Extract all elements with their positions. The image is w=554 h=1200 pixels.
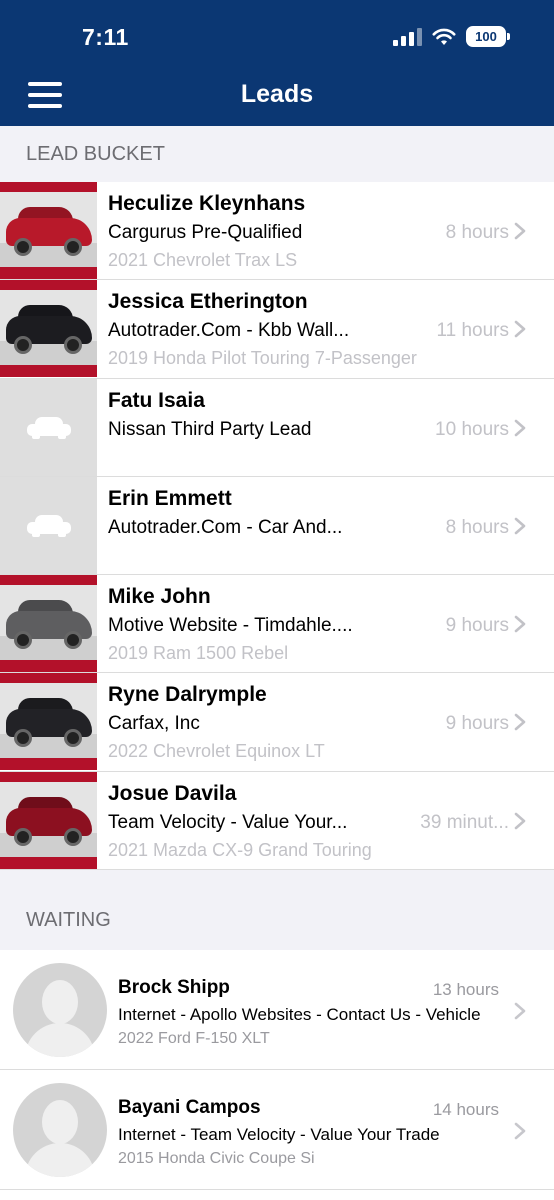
lead-name: Fatu Isaia [108, 388, 205, 412]
lead-source: Carfax, Inc [108, 713, 200, 735]
page-title: Leads [240, 80, 314, 108]
lead-time: 11 hours [436, 320, 509, 342]
lead-vehicle: 2021 Mazda CX-9 Grand Touring [108, 839, 372, 860]
lead-vehicle: 2019 Ram 1500 Rebel [108, 643, 289, 664]
waiting-row[interactable]: Brock Shipp 13 hours Internet - Apollo Web… [0, 950, 554, 1070]
status-icons: 100 [393, 26, 510, 47]
waiting-name: Bayani Campos [118, 1097, 261, 1118]
navigation-header: 7:11 100 Leads [0, 0, 554, 126]
lead-time: 9 hours [445, 713, 509, 735]
chevron-right-icon [514, 714, 526, 731]
lead-time: 9 hours [445, 615, 509, 637]
lead-vehicle: 2022 Chevrolet Equinox LT [108, 741, 325, 762]
chevron-right-icon [514, 812, 526, 830]
chevron-right-icon [514, 1002, 526, 1020]
lead-name: Ryne Dalrymple [108, 683, 267, 707]
chevron-right-icon [514, 517, 526, 535]
lead-list: Heculize Kleynhans Cargurus Pre-Qualified… [0, 182, 554, 871]
vehicle-photo [0, 182, 97, 279]
lead-row[interactable]: Fatu Isaia Nissan Third Party Lead 10 hour… [0, 378, 554, 477]
car-placeholder-icon [0, 378, 97, 476]
lead-row[interactable]: Mike John Motive Website - Timdahle.... 9 … [0, 575, 554, 674]
chevron-right-icon [514, 222, 526, 240]
lead-time: 10 hours [435, 418, 509, 440]
vehicle-photo [0, 771, 97, 869]
person-placeholder-icon [13, 1083, 107, 1177]
lead-name: Heculize Kleynhans [108, 192, 306, 215]
lead-time: 8 hours [445, 222, 509, 243]
lead-source: Autotrader.Com - Kbb Wall... [108, 320, 350, 342]
lead-name: Mike John [108, 585, 211, 609]
lead-time: 8 hours [445, 516, 509, 538]
lead-source: Cargurus Pre-Qualified [108, 222, 303, 243]
chevron-right-icon [514, 1122, 526, 1140]
waiting-vehicle: 2022 Ford F-150 XLT [118, 1030, 270, 1047]
waiting-vehicle: 2015 Honda Civic Coupe Si [118, 1150, 315, 1167]
waiting-source: Internet - Team Velocity - Value Your Tr… [118, 1125, 440, 1144]
lead-vehicle: 2021 Chevrolet Trax LS [108, 250, 298, 270]
chevron-right-icon [514, 320, 526, 338]
lead-row[interactable]: Erin Emmett Autotrader.Com - Car And... 8 … [0, 476, 554, 576]
car-placeholder-icon [0, 476, 97, 574]
vehicle-photo [0, 280, 97, 378]
lead-source: Motive Website - Timdahle.... [108, 615, 353, 637]
waiting-row[interactable]: Bayani Campos 14 hours Internet - Team Vel… [0, 1070, 554, 1190]
lead-row[interactable]: Josue Davila Team Velocity - Value Your..… [0, 771, 554, 871]
lead-time: 39 minut... [420, 811, 509, 833]
waiting-name: Brock Shipp [118, 977, 230, 998]
lead-source: Autotrader.Com - Car And... [108, 516, 343, 538]
lead-source: Team Velocity - Value Your... [108, 811, 348, 833]
lead-name: Jessica Etherington [108, 290, 308, 314]
cellular-signal-icon [393, 27, 422, 46]
lead-name: Erin Emmett [108, 486, 232, 510]
lead-row[interactable]: Heculize Kleynhans Cargurus Pre-Qualified… [0, 182, 554, 281]
status-time: 7:11 [82, 24, 129, 50]
lead-row[interactable]: Jessica Etherington Autotrader.Com - Kbb … [0, 280, 554, 379]
lead-source: Nissan Third Party Lead [108, 418, 312, 440]
wifi-icon [432, 28, 456, 45]
vehicle-photo [0, 673, 97, 771]
lead-vehicle: 2019 Honda Pilot Touring 7-Passenger [108, 348, 417, 369]
lead-name: Josue Davila [108, 781, 237, 805]
vehicle-photo [0, 575, 97, 673]
person-placeholder-icon [13, 963, 107, 1057]
waiting-list: Brock Shipp 13 hours Internet - Apollo Web… [0, 950, 554, 1190]
chevron-right-icon [514, 419, 526, 436]
waiting-time: 14 hours [432, 1100, 499, 1119]
chevron-right-icon [514, 615, 526, 633]
waiting-time: 13 hours [432, 980, 499, 999]
section-header-lead-bucket: LEAD BUCKET [0, 126, 554, 182]
waiting-source: Internet - Apollo Websites - Contact Us … [118, 1005, 481, 1024]
battery-icon: 100 [466, 26, 510, 47]
lead-row[interactable]: Ryne Dalrymple Carfax, Inc 9 hours 2022 Che… [0, 673, 554, 772]
section-header-waiting: WAITING [0, 870, 554, 950]
